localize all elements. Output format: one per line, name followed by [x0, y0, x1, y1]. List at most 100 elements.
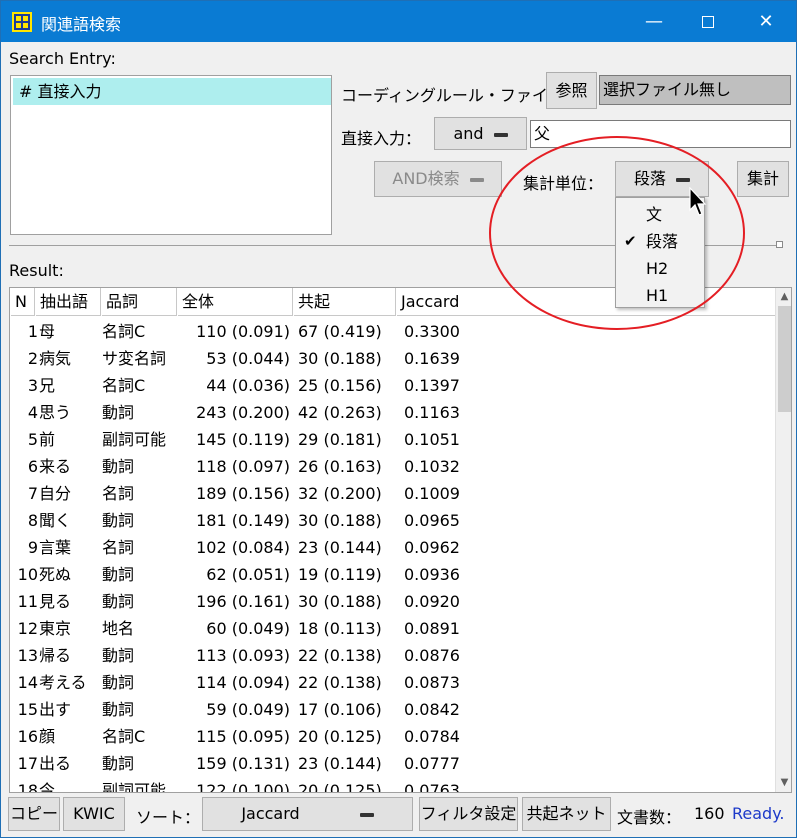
table-row[interactable]: 13 帰る 動詞 113 (0.093) 22 (0.138) 0.0876 [10, 642, 775, 669]
search-entry-list[interactable]: # 直接入力 [10, 75, 332, 235]
header-cooccur[interactable]: 共起 [293, 288, 396, 316]
row-number: 1 [27, 322, 38, 341]
row-jaccard: 0.0965 [404, 511, 460, 530]
sort-label: ソート： [136, 808, 201, 827]
row-cooccur: 20 (0.125) [298, 781, 382, 793]
filter-settings-button[interactable]: フィルタ設定 [419, 797, 518, 831]
table-row[interactable]: 9 言葉 名詞 102 (0.084) 23 (0.144) 0.0962 [10, 534, 775, 561]
row-number: 8 [27, 511, 38, 530]
table-row[interactable]: 15 出す 動詞 59 (0.049) 17 (0.106) 0.0842 [10, 696, 775, 723]
kwic-button[interactable]: KWIC [63, 797, 125, 831]
row-word: 母 [39, 322, 56, 341]
row-number: 16 [17, 727, 38, 746]
row-total: 189 (0.156) [196, 484, 290, 503]
header-n[interactable]: N [10, 288, 35, 316]
table-row[interactable]: 2 病気 サ変名詞 53 (0.044) 30 (0.188) 0.1639 [10, 345, 775, 372]
window-title: 関連語検索 [41, 15, 122, 34]
table-row[interactable]: 4 思う 動詞 243 (0.200) 42 (0.263) 0.1163 [10, 399, 775, 426]
row-number: 5 [27, 430, 38, 449]
row-jaccard: 0.3300 [404, 322, 460, 341]
splitter-handle[interactable] [776, 241, 783, 248]
row-cooccur: 22 (0.138) [298, 673, 382, 692]
row-cooccur: 30 (0.188) [298, 511, 382, 530]
table-row[interactable]: 7 自分 名詞 189 (0.156) 32 (0.200) 0.1009 [10, 480, 775, 507]
copy-button[interactable]: コピー [8, 797, 60, 831]
maximize-button[interactable] [685, 1, 731, 42]
sort-select[interactable]: Jaccard [202, 797, 413, 831]
table-row[interactable]: 14 考える 動詞 114 (0.094) 22 (0.138) 0.0873 [10, 669, 775, 696]
and-search-button[interactable]: AND検索 [374, 161, 502, 197]
row-jaccard: 0.1397 [404, 376, 460, 395]
table-row[interactable]: 16 顔 名詞C 115 (0.095) 20 (0.125) 0.0784 [10, 723, 775, 750]
search-entry-item[interactable]: # 直接入力 [13, 78, 331, 105]
row-jaccard: 0.0777 [404, 754, 460, 773]
table-row[interactable]: 3 兄 名詞C 44 (0.036) 25 (0.156) 0.1397 [10, 372, 775, 399]
coding-rule-file-field[interactable]: 選択ファイル無し [599, 75, 791, 105]
status-text: Ready. [732, 804, 785, 823]
aggregate-button[interactable]: 集計 [737, 161, 789, 197]
row-jaccard: 0.1163 [404, 403, 460, 422]
row-total: 122 (0.100) [196, 781, 290, 793]
row-jaccard: 0.0784 [404, 727, 460, 746]
row-cooccur: 18 (0.113) [298, 619, 382, 638]
table-row[interactable]: 17 出る 動詞 159 (0.131) 23 (0.144) 0.0777 [10, 750, 775, 777]
cooccurrence-network-button[interactable]: 共起ネット [522, 797, 611, 831]
dropdown-arrow-icon [359, 812, 374, 817]
row-pos: 動詞 [102, 403, 135, 422]
scrollbar-thumb[interactable] [778, 306, 791, 412]
row-word: 聞く [39, 511, 72, 530]
row-total: 114 (0.094) [196, 673, 290, 692]
scroll-up-icon[interactable]: ▲ [776, 288, 791, 305]
table-row[interactable]: 12 東京 地名 60 (0.049) 18 (0.113) 0.0891 [10, 615, 775, 642]
row-number: 17 [17, 754, 38, 773]
row-cooccur: 30 (0.188) [298, 592, 382, 611]
table-row[interactable]: 10 死ぬ 動詞 62 (0.051) 19 (0.119) 0.0936 [10, 561, 775, 588]
row-pos: 副詞可能 [102, 781, 167, 793]
table-row[interactable]: 8 聞く 動詞 181 (0.149) 30 (0.188) 0.0965 [10, 507, 775, 534]
header-jaccard[interactable]: Jaccard [396, 288, 516, 316]
row-number: 7 [27, 484, 38, 503]
row-jaccard: 0.1032 [404, 457, 460, 476]
row-number: 10 [17, 565, 38, 584]
table-row[interactable]: 6 来る 動詞 118 (0.097) 26 (0.163) 0.1032 [10, 453, 775, 480]
row-pos: 動詞 [102, 457, 135, 476]
minimize-icon: — [645, 11, 663, 32]
row-cooccur: 23 (0.144) [298, 538, 382, 557]
row-cooccur: 25 (0.156) [298, 376, 382, 395]
header-word[interactable]: 抽出語 [35, 288, 101, 316]
row-jaccard: 0.1639 [404, 349, 460, 368]
header-pos[interactable]: 品詞 [101, 288, 177, 316]
close-button[interactable]: ✕ [743, 1, 789, 42]
title-bar[interactable]: 関連語検索 — ✕ [1, 1, 796, 42]
operator-select[interactable]: and [434, 117, 527, 150]
row-word: 出す [39, 700, 72, 719]
row-word: 出る [39, 754, 72, 773]
table-row[interactable]: 18 今 副詞可能 122 (0.100) 20 (0.125) 0.0763 [10, 777, 775, 793]
row-number: 4 [27, 403, 38, 422]
row-total: 196 (0.161) [196, 592, 290, 611]
row-cooccur: 22 (0.138) [298, 646, 382, 665]
table-row[interactable]: 11 見る 動詞 196 (0.161) 30 (0.188) 0.0920 [10, 588, 775, 615]
row-number: 13 [17, 646, 38, 665]
row-total: 110 (0.091) [196, 322, 290, 341]
row-pos: 地名 [102, 619, 135, 638]
row-total: 181 (0.149) [196, 511, 290, 530]
row-total: 145 (0.119) [196, 430, 290, 449]
result-table[interactable]: N 抽出語 品詞 全体 共起 Jaccard 1 母名詞C 110 (0.091) 6… [9, 287, 792, 793]
row-jaccard: 0.0962 [404, 538, 460, 557]
row-cooccur: 20 (0.125) [298, 727, 382, 746]
doc-count-value: 160 [694, 804, 725, 823]
table-row[interactable]: 5 前 副詞可能 145 (0.119) 29 (0.181) 0.1051 [10, 426, 775, 453]
close-icon: ✕ [758, 11, 774, 32]
row-word: 死ぬ [39, 565, 72, 584]
coding-rule-label: コーディングルール・ファイル： [341, 86, 580, 105]
scroll-down-icon[interactable]: ▼ [776, 774, 791, 791]
annotation-circle [489, 136, 745, 330]
row-pos: 名詞 [102, 484, 135, 503]
minimize-button[interactable]: — [631, 1, 677, 42]
row-jaccard: 0.0873 [404, 673, 460, 692]
header-total[interactable]: 全体 [177, 288, 293, 316]
result-label: Result: [9, 261, 64, 280]
vertical-scrollbar[interactable]: ▲ ▼ [775, 288, 791, 792]
browse-button[interactable]: 参照 [546, 72, 597, 109]
